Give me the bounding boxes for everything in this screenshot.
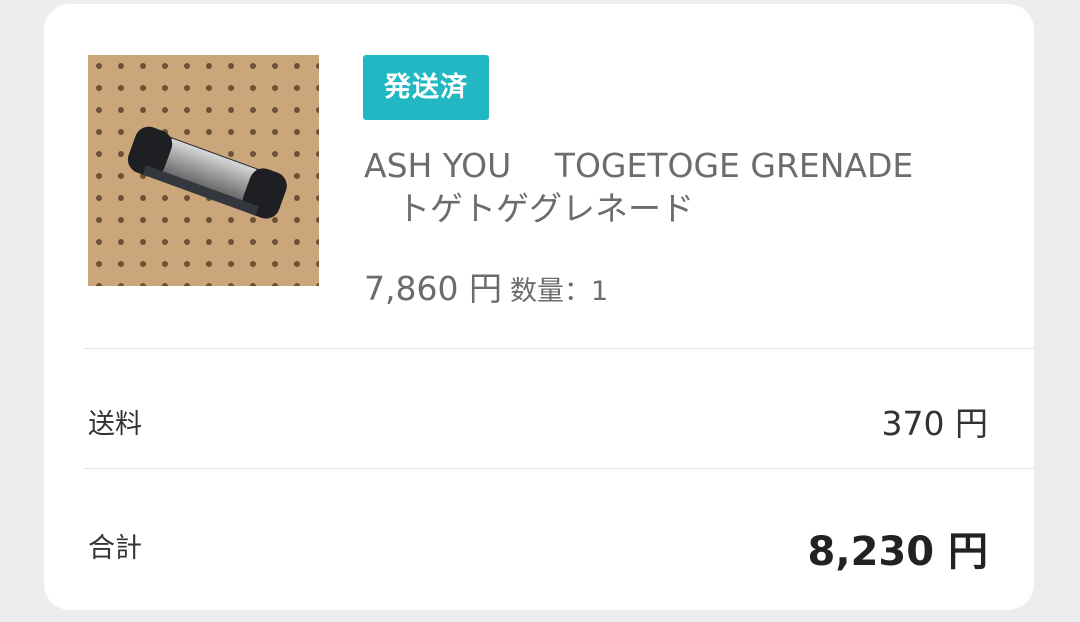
- order-card: 発送済 ASH YOU TOGETOGE GRENADE トゲトゲグレネード 7…: [44, 4, 1034, 610]
- total-label: 合計: [88, 533, 142, 564]
- quantity: 数量：1: [509, 276, 609, 307]
- divider: [84, 348, 1034, 349]
- unit-price: 7,860 円: [364, 269, 502, 308]
- product-thumbnail[interactable]: [88, 55, 319, 286]
- price-quantity-line: 7,860 円数量：1: [364, 262, 608, 310]
- divider: [84, 468, 1034, 469]
- total-value: 8,230 円: [807, 529, 988, 575]
- status-badge: 発送済: [363, 55, 489, 120]
- shipping-label: 送料: [88, 409, 142, 440]
- product-title[interactable]: ASH YOU TOGETOGE GRENADE トゲトゲグレネード: [364, 144, 1004, 230]
- product-image: [88, 55, 319, 286]
- shipping-value: 370 円: [881, 404, 988, 443]
